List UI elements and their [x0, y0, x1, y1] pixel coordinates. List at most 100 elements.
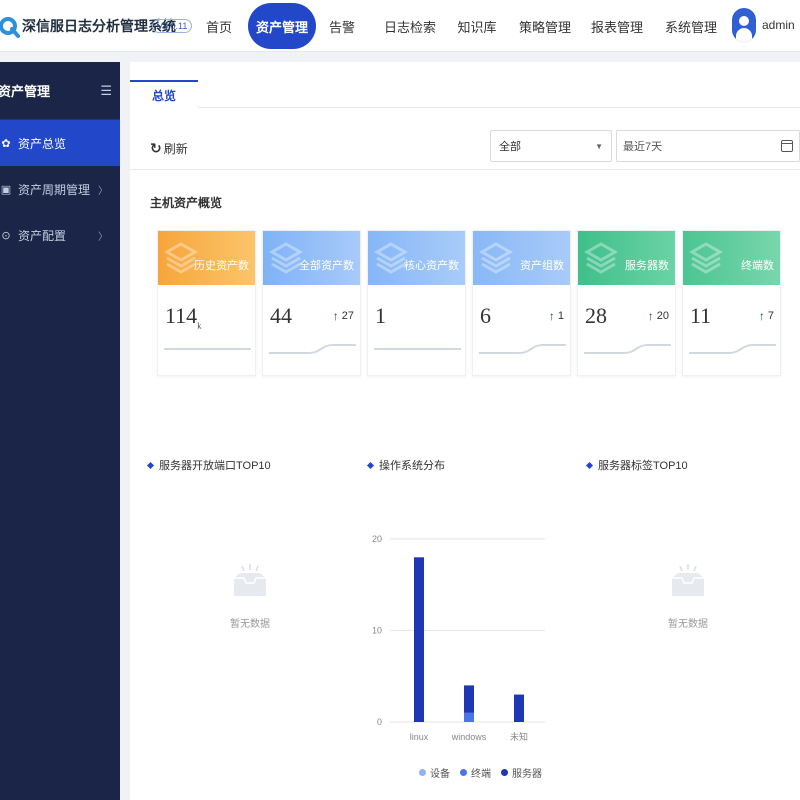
settings-icon: ⊙	[1, 229, 11, 242]
chevron-right-icon: 〉	[98, 185, 108, 197]
stat-card-value: 1	[375, 303, 386, 330]
stat-card-delta: ↑ 27	[333, 309, 354, 323]
stat-card[interactable]: 资产组数 6 ↑ 1	[472, 230, 571, 376]
stat-value-number: 1	[375, 303, 386, 328]
arrow-up-icon: ↑	[647, 309, 654, 323]
avatar[interactable]	[732, 8, 756, 42]
chart-legend: 设备 终端 服务器	[419, 765, 542, 780]
stat-card-label: 终端数	[741, 260, 774, 272]
stat-card[interactable]: 服务器数 28 ↑ 20	[577, 230, 676, 376]
stat-value-number: 44	[270, 303, 292, 328]
nav-item-alerts[interactable]: 告警	[320, 3, 364, 49]
stat-delta-value: 7	[767, 310, 774, 322]
sidebar-item-lifecycle[interactable]: ▣ 资产周期管理 〉	[0, 166, 120, 212]
nav-item-reports[interactable]: 报表管理	[586, 3, 648, 49]
stat-value-suffix: k	[197, 321, 202, 331]
date-range-picker[interactable]: 最近7天	[616, 130, 800, 162]
stat-card-value: 11	[690, 303, 711, 330]
tags-title-text: 服务器标签TOP10	[598, 460, 688, 472]
legend-item[interactable]: 终端	[460, 765, 491, 780]
sparkline	[584, 344, 671, 354]
monitor-icon: ▣	[0, 183, 12, 196]
stat-card-header: 核心资产数	[368, 231, 465, 285]
legend-item[interactable]: 服务器	[501, 765, 542, 780]
sidebar-title: 资产管理	[0, 84, 51, 99]
logo-icon	[0, 17, 20, 38]
sparkline	[269, 344, 356, 354]
stat-card-header: 终端数	[683, 231, 780, 285]
y-tick-label: 10	[372, 626, 382, 636]
bar-segment[interactable]	[464, 712, 474, 722]
gear-icon: ✿	[1, 137, 11, 150]
empty-box-icon	[672, 564, 704, 596]
stat-card[interactable]: 终端数 11 ↑ 7	[682, 230, 781, 376]
y-tick-label: 20	[372, 534, 382, 544]
ports-panel-title: 服务器开放端口TOP10	[146, 457, 271, 473]
nav-item-policy[interactable]: 策略管理	[514, 3, 576, 49]
ports-empty-state: 暂无数据	[210, 564, 290, 630]
bar-segment[interactable]	[514, 694, 524, 722]
stat-card-value: 6	[480, 303, 491, 330]
scope-select[interactable]: 全部 ▼	[490, 130, 612, 162]
stat-delta-value: 20	[656, 310, 669, 322]
sparkline	[479, 344, 566, 354]
legend-item[interactable]: 设备	[419, 765, 450, 780]
chevron-right-icon: 〉	[98, 231, 108, 243]
stat-card[interactable]: 全部资产数 44 ↑ 27	[262, 230, 361, 376]
stat-card[interactable]: 历史资产数 114k	[157, 230, 256, 376]
nav-item-system[interactable]: 系统管理	[660, 3, 722, 49]
tags-panel-title: 服务器标签TOP10	[585, 457, 688, 473]
stat-card-label: 历史资产数	[194, 260, 249, 272]
os-distribution-chart: 0 10 20 linux windows 未知	[372, 534, 545, 742]
empty-text: 暂无数据	[230, 619, 270, 630]
diamond-icon	[366, 461, 375, 469]
bar-segment[interactable]	[464, 685, 474, 713]
y-tick-label: 0	[377, 717, 382, 727]
nav-item-log-search[interactable]: 日志检索	[378, 3, 442, 49]
nav-item-home[interactable]: 首页	[196, 3, 242, 49]
overview-title: 主机资产概览	[150, 196, 223, 210]
x-tick-label: windows	[451, 732, 487, 742]
sidebar-header: 资产管理 ☰	[0, 62, 120, 120]
sidebar-item-label: 资产配置	[18, 228, 67, 243]
card-decor-icon	[479, 242, 513, 274]
stat-card[interactable]: 核心资产数 1	[367, 230, 466, 376]
sidebar-item-overview[interactable]: ✿ 资产总览	[0, 120, 120, 166]
card-decor-icon	[374, 242, 408, 274]
arrow-up-icon: ↑	[548, 309, 555, 323]
stat-card-label: 核心资产数	[404, 260, 459, 272]
tab-overview[interactable]: 总览	[130, 80, 198, 108]
refresh-button[interactable]: ↻ 刷新	[150, 140, 188, 157]
sidebar-item-label: 资产周期管理	[18, 182, 91, 197]
legend-label: 服务器	[512, 769, 542, 780]
legend-dot-icon	[460, 769, 467, 776]
top-nav: 首页 资产管理 告警 日志检索 知识库 策略管理 报表管理 系统管理	[196, 3, 722, 49]
sparkline	[689, 344, 776, 354]
stat-value-number: 28	[585, 303, 607, 328]
arrow-up-icon: ↑	[332, 309, 339, 323]
stat-card-delta: ↑ 1	[549, 309, 564, 323]
legend-label: 设备	[430, 769, 450, 780]
nav-item-assets[interactable]: 资产管理	[248, 3, 316, 49]
stat-card-label: 服务器数	[625, 260, 669, 272]
card-decor-icon	[164, 242, 198, 274]
bar-segment[interactable]	[414, 557, 424, 722]
arrow-up-icon: ↑	[758, 309, 765, 323]
diamond-icon	[585, 461, 594, 469]
card-decor-icon	[269, 242, 303, 274]
empty-box-icon	[234, 564, 266, 596]
menu-fold-icon[interactable]: ☰	[100, 83, 112, 99]
nav-item-knowledge[interactable]: 知识库	[452, 3, 502, 49]
sidebar-item-config[interactable]: ⊙ 资产配置 〉	[0, 212, 120, 258]
version-badge: V3.0.11	[152, 19, 193, 33]
empty-text: 暂无数据	[668, 619, 708, 630]
stat-value-number: 11	[690, 303, 712, 328]
ports-title-text: 服务器开放端口TOP10	[159, 460, 271, 472]
user-menu[interactable]: admin	[732, 8, 795, 42]
date-range-value: 最近7天	[623, 141, 663, 153]
stat-card-header: 全部资产数	[263, 231, 360, 285]
stat-card-label: 资产组数	[520, 260, 564, 272]
stat-card-label: 全部资产数	[299, 260, 354, 272]
main-content: 总览 ↻ 刷新 全部 ▼ 最近7天 主机资产概览 历史资产数 114k 全部资产数 4…	[130, 62, 800, 800]
sidebar: 资产管理 ☰ ✿ 资产总览 ▣ 资产周期管理 〉 ⊙ 资产配置 〉	[0, 62, 120, 800]
